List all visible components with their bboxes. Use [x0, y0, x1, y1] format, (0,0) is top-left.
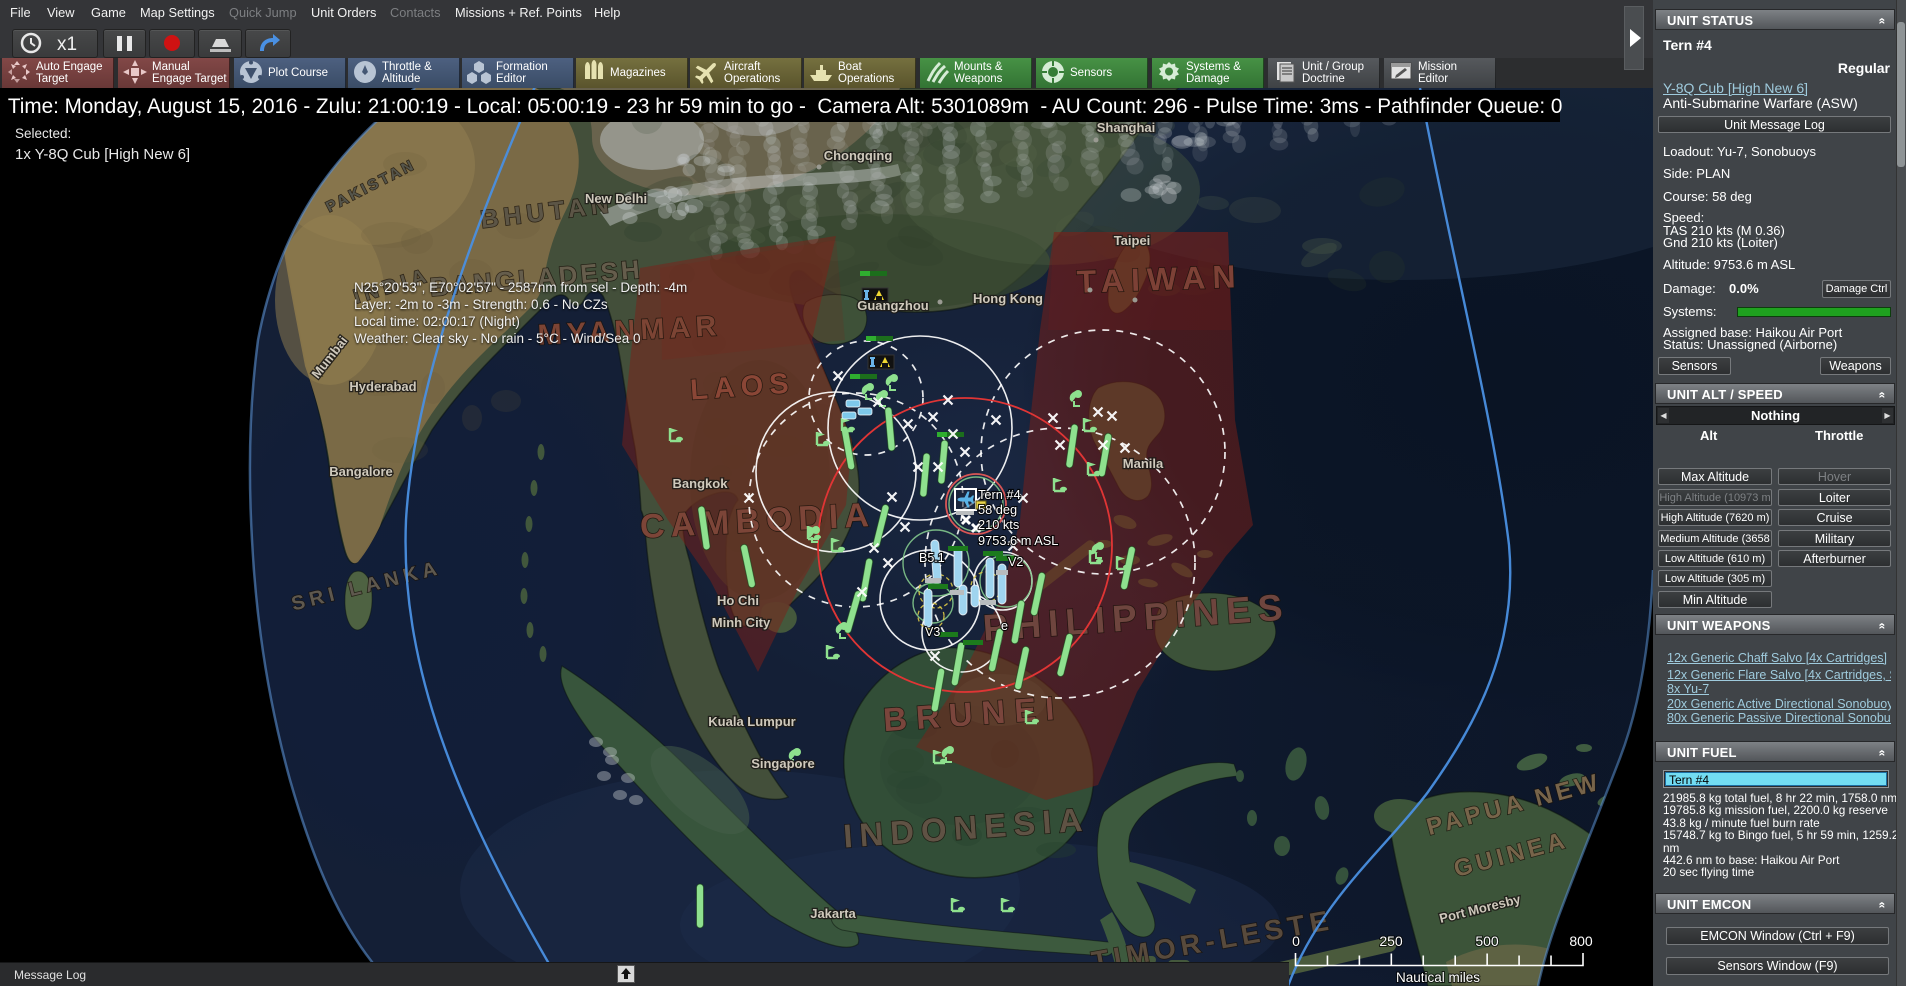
svg-text:Hyderabad: Hyderabad — [349, 379, 416, 394]
svg-text:800: 800 — [1569, 933, 1593, 949]
svg-text:V2: V2 — [1008, 555, 1023, 569]
svg-text:58 deg: 58 deg — [978, 502, 1017, 517]
svg-text:Shanghai: Shanghai — [1097, 120, 1156, 135]
svg-text:Kuala Lumpur: Kuala Lumpur — [708, 714, 795, 729]
svg-text:Manila: Manila — [1123, 456, 1164, 471]
svg-text:x1: x1 — [57, 34, 77, 55]
svg-text:Ho Chi: Ho Chi — [717, 593, 759, 608]
svg-text:Bangalore: Bangalore — [329, 464, 393, 479]
svg-text:Taipei: Taipei — [1114, 233, 1151, 248]
svg-text:V3: V3 — [925, 625, 940, 639]
svg-text:Minh City: Minh City — [712, 615, 771, 630]
svg-text:Bangkok: Bangkok — [673, 476, 729, 491]
svg-text:Singapore: Singapore — [751, 756, 815, 771]
svg-text:Nautical miles: Nautical miles — [1396, 970, 1480, 985]
svg-text:Chongqing: Chongqing — [824, 148, 893, 163]
svg-text:New Delhi: New Delhi — [585, 191, 647, 206]
svg-text:Jakarta: Jakarta — [810, 906, 856, 921]
svg-text:Guangzhou: Guangzhou — [857, 298, 929, 313]
svg-text:0: 0 — [1292, 933, 1300, 949]
svg-text:e: e — [1001, 619, 1008, 633]
svg-text:250: 250 — [1379, 933, 1403, 949]
svg-text:TAIWAN: TAIWAN — [1076, 258, 1243, 300]
svg-text:9753.6 m ASL: 9753.6 m ASL — [978, 533, 1058, 548]
svg-text:Tern #4: Tern #4 — [978, 487, 1021, 502]
svg-text:500: 500 — [1475, 933, 1499, 949]
svg-text:Hong Kong: Hong Kong — [973, 291, 1043, 306]
svg-text:210 kts: 210 kts — [978, 517, 1019, 532]
svg-text:B5.1: B5.1 — [919, 551, 945, 565]
